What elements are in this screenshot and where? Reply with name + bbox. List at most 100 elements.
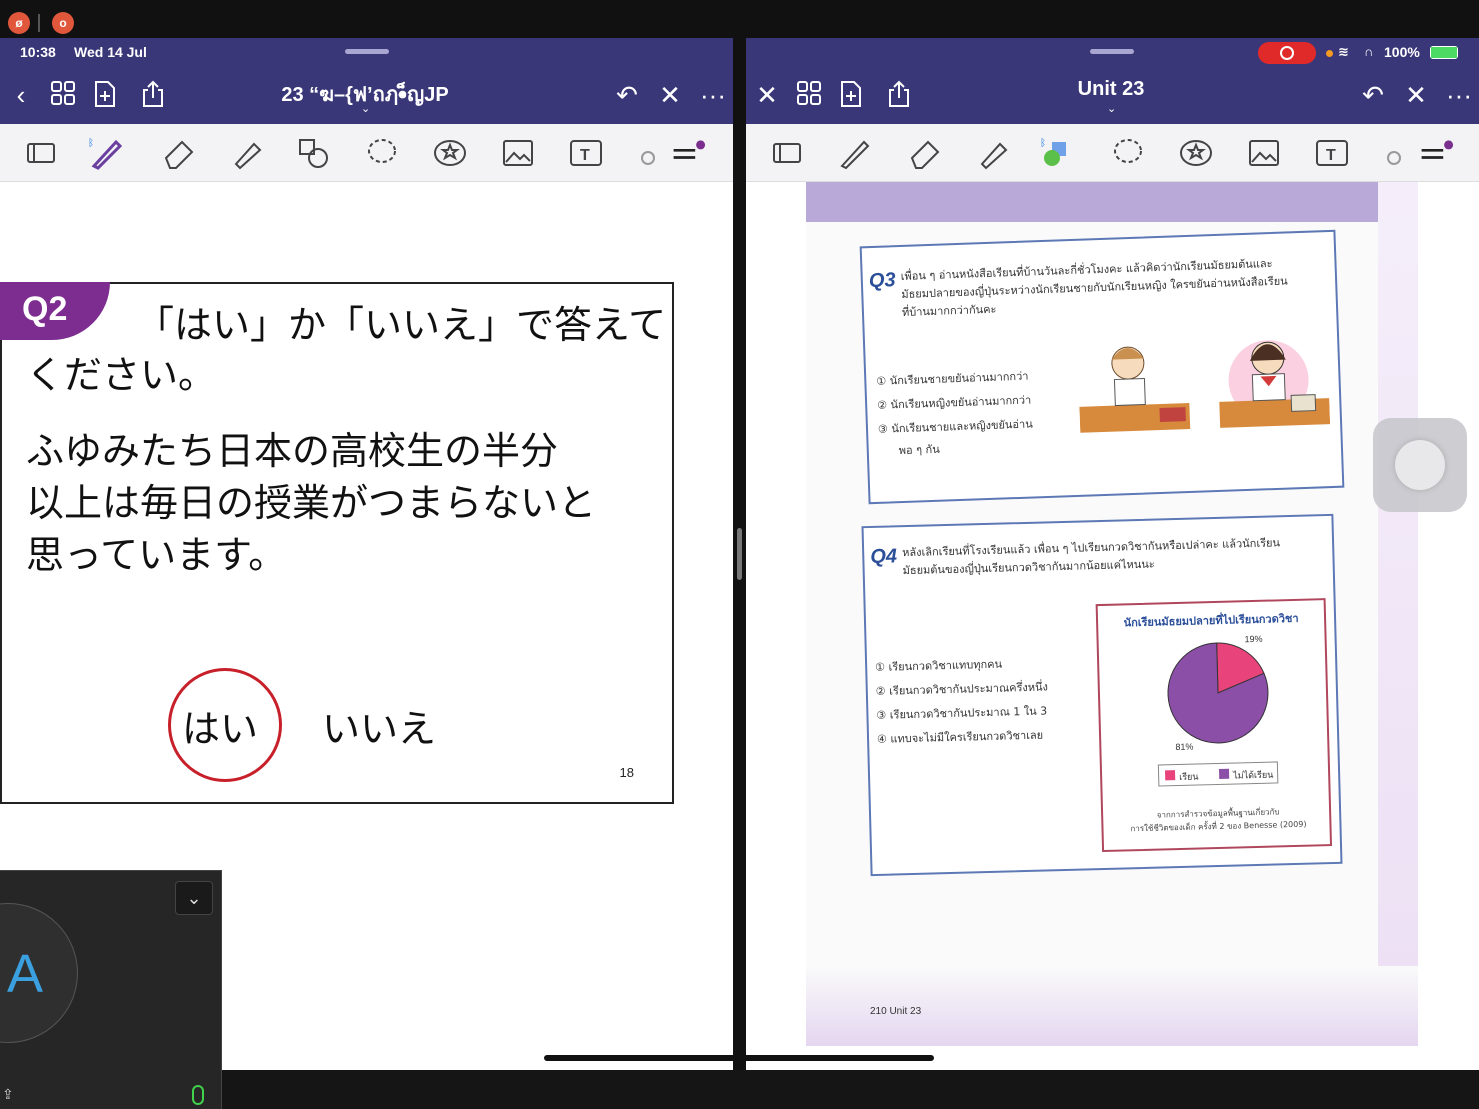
redo-icon[interactable]: ✕: [655, 80, 685, 110]
assistive-touch-button[interactable]: [1373, 418, 1467, 512]
legend-label-b: ไม่ได้เรียน: [1233, 770, 1274, 782]
legend-swatch-b: [1218, 768, 1230, 779]
lasso-tool-icon[interactable]: [364, 136, 400, 170]
microphone-icon[interactable]: [192, 1085, 204, 1105]
multitask-grabber-right[interactable]: [1090, 49, 1134, 54]
laser-tool-icon-right[interactable]: [1382, 136, 1418, 170]
title-chevron-icon[interactable]: ⌄: [361, 102, 370, 115]
reader-mode-icon[interactable]: [24, 136, 60, 170]
statement-line-2: 以上は毎日の授業がつまらないと: [26, 481, 597, 525]
text-tool-icon-right[interactable]: T: [1314, 136, 1350, 170]
slide-q2: Q2 「はい」か「いいえ」で答えて ください。 ふゆみたち日本の高校生の半分 以…: [0, 282, 674, 804]
video-call-tile[interactable]: A ⌄ ⇪: [0, 870, 222, 1109]
recording-icon: ø: [8, 12, 30, 34]
screen: { "status": { "time": "10:38", "date": "…: [0, 0, 1479, 1109]
back-chevron-icon[interactable]: ‹: [6, 80, 36, 110]
q3-option-3-cont: พอ ๆ กัน: [898, 442, 940, 458]
shapes-tool-icon[interactable]: [296, 136, 332, 170]
eraser-tool-icon[interactable]: [160, 136, 196, 170]
textbook-page: Q3 เพื่อน ๆ อ่านหนังสือเรียนที่บ้านวันละ…: [806, 182, 1418, 1046]
share-icon-right[interactable]: [884, 80, 914, 110]
grid-view-icon[interactable]: [48, 80, 78, 110]
left-tools-bar: ᛒ T: [0, 124, 733, 182]
multitask-grabber[interactable]: [345, 49, 389, 54]
sticker-tool-icon-right[interactable]: [1178, 136, 1214, 170]
q3-option-2: ② นักเรียนหญิงขยันอ่านมากกว่า: [876, 393, 1032, 412]
status-date: Wed 14 Jul: [74, 44, 147, 60]
chart-source: จากการสำรวจข้อมูลพื้นฐานเกี่ยวกับ การใช้…: [1113, 804, 1324, 835]
q4-option-3: ③ เรียนกวดวิชากันประมาณ 1 ใน 3: [876, 704, 1048, 722]
page-right-edge: [1378, 182, 1418, 1046]
legend-swatch-a: [1164, 770, 1176, 781]
participant-avatar: A: [0, 903, 78, 1043]
pie-chart: 19% 81%: [1167, 634, 1269, 752]
students-reading-illustration: [1079, 340, 1331, 433]
pen-tool-icon[interactable]: ᛒ: [88, 136, 124, 170]
system-top-bar: ø o: [0, 0, 1479, 38]
battery-icon: [1430, 46, 1458, 59]
pie-chart-box: นักเรียนมัธยมปลายที่ไปเรียนกวดวิชา 19% 81…: [1095, 598, 1333, 853]
highlighter-tool-icon[interactable]: [228, 136, 264, 170]
collapse-chevron-icon[interactable]: ⌄: [175, 881, 213, 915]
eraser-tool-icon-right[interactable]: [906, 136, 942, 170]
pen-tool-icon-right[interactable]: [836, 136, 872, 170]
stroke-width-icon-right[interactable]: [1418, 136, 1454, 170]
page-footer: 210 Unit 23: [870, 1006, 922, 1017]
svg-text:T: T: [580, 147, 590, 164]
more-icon[interactable]: ···: [698, 80, 728, 110]
right-tools-bar: ᛒ T: [746, 124, 1479, 182]
right-canvas[interactable]: Q3 เพื่อน ๆ อ่านหนังสือเรียนที่บ้านวันละ…: [746, 182, 1479, 1070]
undo-icon-right[interactable]: ↶: [1358, 80, 1388, 110]
laser-tool-icon[interactable]: [636, 136, 672, 170]
shapes-tool-icon-right[interactable]: ᛒ: [1040, 136, 1076, 170]
document-title-right[interactable]: Unit 23: [1036, 78, 1186, 101]
home-indicator[interactable]: [544, 1055, 934, 1061]
more-icon-right[interactable]: ···: [1444, 80, 1474, 110]
image-tool-icon[interactable]: [500, 136, 536, 170]
pie-label-0: 19%: [1244, 634, 1262, 644]
statement-line-1: ふゆみたち日本の高校生の半分: [26, 429, 559, 473]
right-nav-bar: ≋ ∩ 100% ✕ Unit 23 ⌄ ↶ ✕ ···: [746, 38, 1479, 124]
title-chevron-icon-right[interactable]: ⌄: [1107, 102, 1116, 115]
camera-icon: o: [52, 12, 74, 34]
share-screen-icon[interactable]: ⇪: [2, 1086, 14, 1103]
screen-recording-indicator[interactable]: [1258, 42, 1316, 64]
svg-text:ᛒ: ᛒ: [88, 138, 94, 149]
reader-mode-icon-right[interactable]: [770, 136, 806, 170]
q3-label: Q3: [868, 269, 896, 293]
sticker-tool-icon[interactable]: [432, 136, 468, 170]
question-line-2: ください。: [26, 353, 217, 397]
svg-text:ᛒ: ᛒ: [1040, 138, 1046, 149]
q3-option-1: ① นักเรียนชายขยันอ่านมากกว่า: [876, 369, 1029, 388]
slide-page-number: 18: [619, 765, 634, 780]
close-icon[interactable]: ✕: [752, 80, 782, 110]
grid-view-icon-right[interactable]: [794, 80, 824, 110]
add-page-icon[interactable]: [90, 80, 120, 110]
image-tool-icon-right[interactable]: [1246, 136, 1282, 170]
q4-option-1: ① เรียนกวดวิชาแทบทุกคน: [875, 657, 1003, 674]
answer-yes: はい: [182, 707, 259, 751]
statement-line-3: 思っています。: [26, 533, 287, 577]
svg-text:T: T: [1326, 147, 1336, 164]
answer-no: いいえ: [322, 707, 437, 751]
status-time: 10:38: [20, 44, 56, 60]
stroke-width-icon[interactable]: [670, 136, 706, 170]
highlighter-tool-icon-right[interactable]: [974, 136, 1010, 170]
lasso-tool-icon-right[interactable]: [1110, 136, 1146, 170]
left-nav-bar: 10:38 Wed 14 Jul ‹ 23 “ฆ–{ฟ’ถฦ•็ญJP ⌄ ↶ …: [0, 38, 733, 124]
pie-label-1: 81%: [1175, 742, 1193, 752]
legend-label-a: เรียน: [1179, 772, 1199, 784]
mic-in-use-dot: [1326, 50, 1333, 57]
split-view-handle[interactable]: [737, 528, 742, 580]
undo-icon[interactable]: ↶: [612, 80, 642, 110]
q4-label: Q4: [870, 545, 898, 569]
share-icon[interactable]: [138, 80, 168, 110]
battery-percent: 100%: [1384, 44, 1420, 60]
redo-icon-right[interactable]: ✕: [1401, 80, 1431, 110]
q3-option-3: ③ นักเรียนชายและหญิงขยันอ่าน: [877, 417, 1033, 436]
q3-text-line-3: ที่บ้านมากกว่ากันคะ: [901, 302, 997, 319]
question-line-1: 「はい」か「いいえ」で答えて: [136, 303, 667, 347]
add-page-icon-right[interactable]: [836, 80, 866, 110]
text-tool-icon[interactable]: T: [568, 136, 604, 170]
q4-option-4: ④ แทบจะไม่มีใครเรียนกวดวิชาเลย: [876, 728, 1044, 746]
